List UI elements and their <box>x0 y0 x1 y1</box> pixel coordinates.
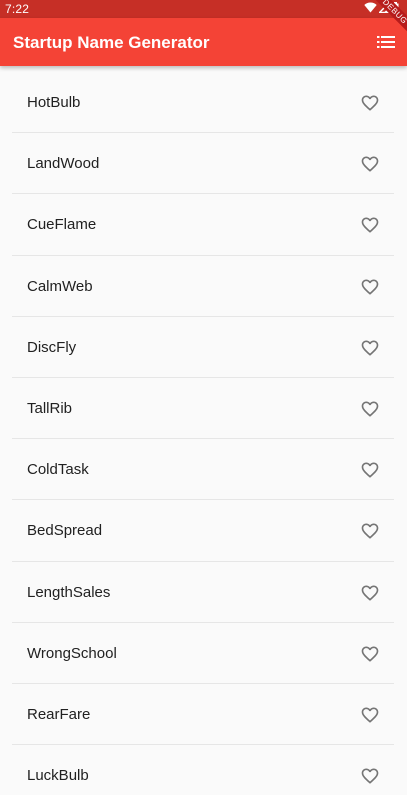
list-item[interactable]: BedSpread <box>12 500 394 562</box>
app-title: Startup Name Generator <box>13 33 210 52</box>
heart-outline-icon[interactable] <box>360 583 380 603</box>
heart-outline-icon[interactable] <box>360 338 380 358</box>
app-bar: Startup Name Generator <box>0 18 407 66</box>
list-item[interactable]: LuckBulb <box>12 745 394 795</box>
startup-name-label: CalmWeb <box>27 277 93 295</box>
list-item[interactable]: HotBulb <box>12 72 394 134</box>
startup-name-label: BedSpread <box>27 522 103 540</box>
list-item[interactable]: DiscFly <box>12 317 394 378</box>
heart-outline-icon[interactable] <box>360 521 380 541</box>
saved-list-button[interactable] <box>375 31 397 53</box>
list-item[interactable]: RearFare <box>12 684 394 746</box>
heart-outline-icon[interactable] <box>360 705 380 725</box>
heart-outline-icon[interactable] <box>360 644 380 664</box>
startup-name-label: LengthSales <box>27 583 111 601</box>
startup-name-label: DiscFly <box>27 338 77 356</box>
list-item[interactable]: LandWood <box>12 133 394 195</box>
heart-outline-icon[interactable] <box>360 215 380 235</box>
list-item[interactable]: WrongSchool <box>12 623 394 684</box>
heart-outline-icon[interactable] <box>360 277 380 297</box>
list-icon <box>377 36 395 48</box>
startup-name-label: HotBulb <box>27 94 81 111</box>
app-screen: 7:22 DEBUG Startup Name Generator HotBul… <box>0 0 407 795</box>
list-item[interactable]: CueFlame <box>12 194 394 256</box>
list-item[interactable]: CalmWeb <box>12 256 394 317</box>
status-time: 7:22 <box>5 2 30 16</box>
heart-outline-icon[interactable] <box>360 766 380 786</box>
startup-name-list: HotBulb LandWood CueFlame CalmWeb DiscFly Tal… <box>12 72 394 795</box>
heart-outline-icon[interactable] <box>360 460 380 480</box>
startup-name-label: TallRib <box>27 399 73 417</box>
startup-name-label: LandWood <box>27 155 100 173</box>
startup-name-label: ColdTask <box>27 461 89 479</box>
list-item[interactable]: ColdTask <box>12 439 394 501</box>
heart-outline-icon[interactable] <box>360 154 380 174</box>
wifi-icon <box>364 2 377 16</box>
startup-name-label: LuckBulb <box>27 767 89 785</box>
heart-outline-icon[interactable] <box>360 93 380 113</box>
startup-name-label: CueFlame <box>27 216 97 234</box>
list-item[interactable]: LengthSales <box>12 562 394 623</box>
status-bar: 7:22 DEBUG <box>0 0 407 34</box>
list-item[interactable]: TallRib <box>12 378 394 440</box>
startup-name-label: WrongSchool <box>27 644 117 662</box>
startup-name-label: RearFare <box>27 705 91 723</box>
heart-outline-icon[interactable] <box>360 399 380 419</box>
